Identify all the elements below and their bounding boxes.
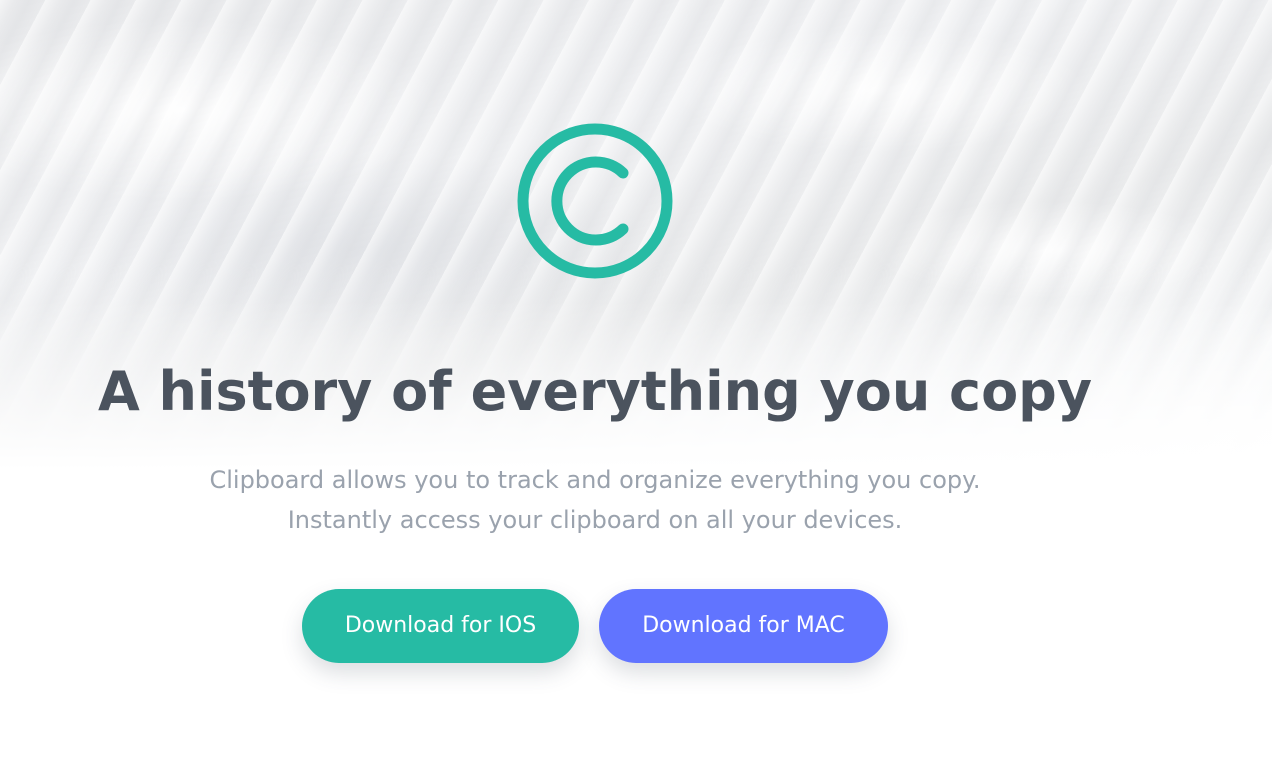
subtitle-line-2: Instantly access your clipboard on all y… (287, 506, 903, 534)
clipboard-logo-icon (517, 123, 673, 279)
subtitle: Clipboard allows you to track and organi… (0, 460, 1190, 540)
download-ios-button[interactable]: Download for IOS (302, 589, 579, 663)
download-mac-button[interactable]: Download for MAC (599, 589, 888, 663)
headline: A history of everything you copy (97, 360, 1093, 423)
subtitle-line-1: Clipboard allows you to track and organi… (209, 466, 981, 494)
hero-section: A history of everything you copy Clipboa… (0, 0, 1272, 768)
